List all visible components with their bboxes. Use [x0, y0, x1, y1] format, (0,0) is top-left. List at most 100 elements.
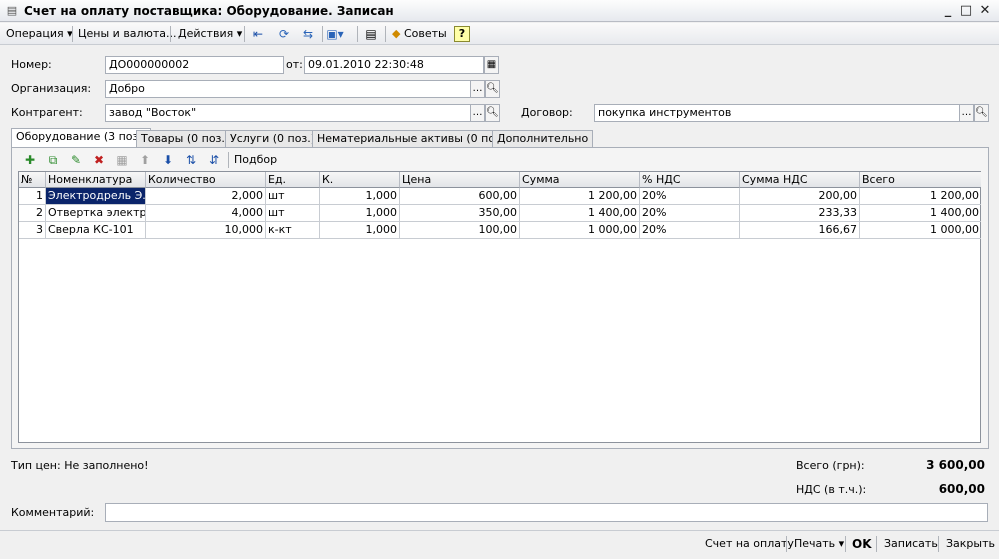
column-header-sum[interactable]: Сумма	[520, 172, 640, 188]
close-button[interactable]: Закрыть	[946, 535, 995, 553]
open-contractor-icon[interactable]: 🔍︎	[485, 104, 500, 122]
table-cell[interactable]: шт	[266, 188, 320, 205]
comment-field[interactable]	[105, 503, 988, 522]
actions-menu[interactable]: Действия ▾	[174, 25, 246, 43]
column-header-vat-sum[interactable]: Сумма НДС	[740, 172, 860, 188]
select-organization-button[interactable]: …	[470, 80, 485, 98]
table-cell[interactable]: 4,000	[146, 205, 266, 222]
pick-button[interactable]: Подбор	[230, 151, 281, 169]
save-button[interactable]: Записать	[884, 535, 938, 553]
contract-field[interactable]: покупка инструментов	[594, 104, 960, 122]
column-header-unit[interactable]: Ед.	[266, 172, 320, 188]
column-header-item[interactable]: Номенклатура	[46, 172, 146, 188]
contractor-field[interactable]: завод "Восток"	[105, 104, 471, 122]
open-organization-icon[interactable]: 🔍︎	[485, 80, 500, 98]
column-header-number[interactable]: №	[19, 172, 46, 188]
number-field[interactable]: ДО000000002	[105, 56, 284, 74]
tab-equipment[interactable]: Оборудование (3 поз.)	[11, 128, 152, 148]
select-contractor-button[interactable]: …	[470, 104, 485, 122]
table-cell[interactable]: 600,00	[400, 188, 520, 205]
column-header-price[interactable]: Цена	[400, 172, 520, 188]
table-cell[interactable]: Отвертка электр...	[46, 205, 146, 222]
table-cell[interactable]: 1,000	[320, 205, 400, 222]
edit-row-icon[interactable]: ✎	[67, 151, 85, 169]
tab-services[interactable]: Услуги (0 поз.)	[225, 130, 321, 147]
table-cell[interactable]: 1,000	[320, 222, 400, 239]
operation-menu[interactable]: Операция ▾	[2, 25, 77, 43]
table-cell[interactable]: шт	[266, 205, 320, 222]
add-row-icon[interactable]: ✚	[21, 151, 39, 169]
document-icon: ▤	[6, 4, 18, 17]
select-contract-button[interactable]: …	[959, 104, 974, 122]
column-header-vat-rate[interactable]: % НДС	[640, 172, 740, 188]
delete-row-icon[interactable]: ✖	[90, 151, 108, 169]
end-edit-icon[interactable]: ▦	[113, 151, 131, 169]
move-up-icon[interactable]: ⬆	[136, 151, 154, 169]
table-cell[interactable]: 1	[19, 188, 46, 205]
move-down-icon[interactable]: ⬇	[159, 151, 177, 169]
prices-currency-button[interactable]: Цены и валюта...	[74, 25, 180, 43]
date-field[interactable]: 09.01.2010 22:30:48	[304, 56, 484, 74]
tab-goods[interactable]: Товары (0 поз.)	[136, 130, 235, 147]
contract-label: Договор:	[521, 106, 573, 119]
tab-intangible-assets[interactable]: Нематериальные активы (0 поз.)	[312, 130, 514, 147]
column-header-total[interactable]: Всего	[860, 172, 981, 188]
close-icon[interactable]: ✕	[977, 3, 993, 19]
calendar-icon[interactable]: ▦	[484, 56, 499, 74]
table-cell[interactable]: 200,00	[740, 188, 860, 205]
table-cell[interactable]: Сверла КС-101	[46, 222, 146, 239]
table-cell[interactable]: 1 400,00	[860, 205, 981, 222]
organization-label: Организация:	[11, 82, 92, 95]
help-icon[interactable]: ?	[454, 26, 470, 42]
table-cell[interactable]: 20%	[640, 188, 740, 205]
tab-additional[interactable]: Дополнительно	[492, 130, 594, 147]
table-cell[interactable]: 166,67	[740, 222, 860, 239]
column-header-coefficient[interactable]: К.	[320, 172, 400, 188]
toolbar-separator	[72, 26, 73, 42]
table-cell[interactable]: Электродрель Э...	[46, 188, 146, 205]
table-cell[interactable]: 1 200,00	[860, 188, 981, 205]
table-cell[interactable]: 100,00	[400, 222, 520, 239]
table-cell[interactable]: 10,000	[146, 222, 266, 239]
organization-field[interactable]: Добро	[105, 80, 471, 98]
column-header-quantity[interactable]: Количество	[146, 172, 266, 188]
title-bar: ▤ Счет на оплату поставщика: Оборудовани…	[0, 0, 999, 22]
table-cell[interactable]: 20%	[640, 205, 740, 222]
invoice-print-button[interactable]: Счет на оплату	[705, 535, 794, 553]
main-toolbar: Операция ▾ Цены и валюта... Действия ▾ ⇤…	[0, 23, 999, 45]
table-cell[interactable]: 1 200,00	[520, 188, 640, 205]
sort-descending-icon[interactable]: ⇵	[205, 151, 223, 169]
price-type-label[interactable]: Тип цен: Не заполнено!	[11, 458, 149, 474]
bottom-divider	[0, 530, 999, 531]
contractor-label: Контрагент:	[11, 106, 83, 119]
total-label: Всего (грн):	[796, 459, 865, 472]
table-cell[interactable]: 2	[19, 205, 46, 222]
tips-button[interactable]: ◆ Советы	[388, 25, 451, 43]
ok-button[interactable]: OK	[852, 535, 872, 553]
table-cell[interactable]: 350,00	[400, 205, 520, 222]
open-contract-icon[interactable]: 🔍︎	[974, 104, 989, 122]
vat-value: 600,00	[938, 482, 985, 496]
minimize-icon[interactable]: _	[940, 3, 956, 19]
copy-row-icon[interactable]: ⧉	[44, 151, 62, 169]
table-cell[interactable]: 1 000,00	[860, 222, 981, 239]
toolbar-separator	[170, 26, 171, 42]
table-cell[interactable]: 3	[19, 222, 46, 239]
report-icon[interactable]: ▤	[362, 25, 380, 43]
movements-icon[interactable]: ⇆	[299, 25, 317, 43]
print-menu-button[interactable]: Печать ▾	[794, 535, 844, 553]
refresh-icon[interactable]: ⟳	[275, 25, 293, 43]
structure-icon[interactable]: ▣▾	[326, 25, 344, 43]
table-cell[interactable]: 20%	[640, 222, 740, 239]
maximize-icon[interactable]: □	[958, 3, 974, 19]
table-cell[interactable]: к-кт	[266, 222, 320, 239]
table-cell[interactable]: 1,000	[320, 188, 400, 205]
toolbar-separator	[244, 26, 245, 42]
table-cell[interactable]: 233,33	[740, 205, 860, 222]
sort-ascending-icon[interactable]: ⇅	[182, 151, 200, 169]
table-cell[interactable]: 2,000	[146, 188, 266, 205]
table-cell[interactable]: 1 000,00	[520, 222, 640, 239]
table-cell[interactable]: 1 400,00	[520, 205, 640, 222]
toolbar-separator	[357, 26, 358, 42]
enter-based-on-icon[interactable]: ⇤	[249, 25, 267, 43]
